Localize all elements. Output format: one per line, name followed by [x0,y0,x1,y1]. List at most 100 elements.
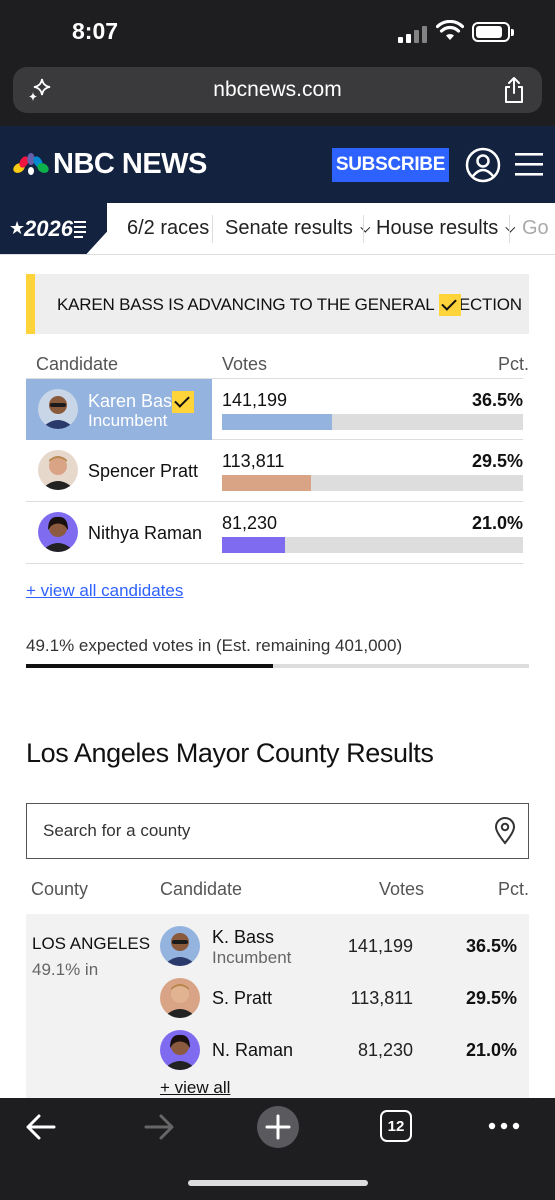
winner-banner: KAREN BASS IS ADVANCING TO THE GENERAL E… [26,274,529,334]
more-options-icon[interactable] [488,1122,520,1130]
county-candidate: N. Raman 81,230 21.0% [160,1028,523,1076]
avatar [160,1030,200,1070]
election-nav: ★ 2026 6/2 races Senate results House re… [0,203,555,255]
vote-share-bar [222,475,523,491]
tab-count: 12 [387,1117,405,1135]
new-tab-plus-icon[interactable] [256,1105,300,1149]
column-header-candidate: Candidate [36,354,119,374]
county-candidate-votes: 141,199 [347,936,413,956]
checkmark-icon [172,391,194,413]
column-header-county: County [31,879,89,899]
county-name: LOS ANGELES [32,934,151,953]
nav-item-label: House results [376,217,499,239]
forward-arrow-icon[interactable] [142,1112,176,1142]
share-icon[interactable] [502,76,526,104]
checkmark-icon [439,294,461,316]
candidate-votes: 81,230 [222,513,278,533]
candidate-votes: 141,199 [222,390,288,410]
county-candidate-name: S. Pratt [212,988,273,1008]
county-candidate-pct: 36.5% [465,936,517,956]
brand-wordmark[interactable]: NBC NEWS [53,148,207,181]
candidate-pct: 36.5% [471,390,523,410]
column-header-pct: Pct. [498,354,530,374]
nav-divider [509,215,510,243]
candidate-name: Spencer Pratt [88,461,199,481]
column-header-votes: Votes [222,354,268,374]
account-icon[interactable] [465,147,501,183]
county-candidate-name: N. Raman [212,1040,294,1060]
nav-item-races[interactable]: 6/2 races [127,217,209,240]
county-candidate: K. Bass Incumbent 141,199 36.5% [160,924,523,972]
candidate-row[interactable]: Spencer Pratt 113,811 29.5% [26,440,523,502]
county-candidate-votes: 81,230 [357,1040,413,1060]
star-icon: ★ [9,218,26,238]
avatar [160,978,200,1018]
column-header-pct: Pct. [498,879,530,899]
candidate-name: Nithya Raman [88,523,203,543]
battery-icon [472,22,514,42]
avatar [38,450,78,490]
county-search[interactable] [26,803,529,859]
vote-share-bar [222,537,523,553]
nav-divider [212,215,213,243]
candidate-name: Karen Bass [88,391,182,411]
nav-item-label: Senate results [225,217,353,239]
candidate-cell: Spencer Pratt [26,440,212,501]
candidate-pct: 21.0% [471,513,523,533]
home-indicator [188,1180,368,1186]
nav-divider [363,215,364,243]
expected-votes-bar [26,664,529,668]
address-bar[interactable]: nbcnews.com [13,67,542,113]
county-candidate-votes: 113,811 [350,988,413,1008]
site-header: NBC NEWS SUBSCRIBE [0,126,555,203]
chevron-down-icon [360,222,371,233]
column-header-candidate: Candidate [160,879,243,899]
url-text: nbcnews.com [213,78,342,101]
candidate-pct: 29.5% [471,451,523,471]
cellular-signal-icon [398,25,428,43]
vote-share-bar [222,414,523,430]
avatar [160,926,200,966]
nav-item-senate[interactable]: Senate results [225,217,371,240]
candidate-row[interactable]: Karen Bass Incumbent 141,199 36.5% [26,378,523,440]
expected-votes-fill [26,664,273,668]
avatar [38,512,78,552]
county-candidate: S. Pratt 113,811 29.5% [160,976,523,1024]
peacock-logo-icon[interactable] [12,152,50,176]
county-row[interactable]: LOS ANGELES 49.1% in K. Bass Incumbent 1… [26,914,529,1104]
candidate-cell: Nithya Raman [26,502,212,563]
hamburger-menu-icon[interactable] [515,151,543,177]
tab-switcher-button[interactable]: 12 [380,1110,412,1142]
column-header-votes: Votes [379,879,425,899]
county-search-input[interactable] [43,804,483,857]
county-candidate-status: Incumbent [212,948,292,967]
expected-votes-text: 49.1% expected votes in (Est. remaining … [26,636,403,655]
county-candidate-name: K. Bass [212,927,275,947]
status-time: 8:07 [72,18,119,44]
wifi-icon [436,20,464,40]
avatar [38,389,78,429]
county-candidate-pct: 21.0% [465,1040,517,1060]
candidate-row[interactable]: Nithya Raman 81,230 21.0% [26,502,523,564]
location-pin-icon[interactable] [494,817,516,845]
section-title: Los Angeles Mayor County Results [26,738,434,768]
vote-share-fill [222,475,311,491]
candidate-votes: 113,811 [222,451,285,471]
nav-item-governor[interactable]: Go [522,217,549,240]
county-reporting: 49.1% in [32,960,99,979]
browser-top-chrome: 8:07 nbcnews.com [0,0,555,126]
vote-share-fill [222,537,286,553]
election-2026-logo[interactable]: ★ 2026 [0,203,107,254]
candidate-status: Incumbent [88,411,168,430]
candidate-cell: Karen Bass Incumbent [26,379,212,440]
election-year: 2026 [24,216,73,241]
view-all-candidates-link[interactable]: + view all candidates [26,581,183,601]
stripes-icon [74,221,86,238]
nav-item-house[interactable]: House results [376,217,516,240]
county-candidate-pct: 29.5% [465,988,517,1008]
back-arrow-icon[interactable] [24,1112,58,1142]
chevron-down-icon [505,222,516,233]
subscribe-button[interactable]: SUBSCRIBE [332,148,449,182]
vote-share-fill [222,414,332,430]
county-view-all-link[interactable]: + view all [160,1078,230,1098]
